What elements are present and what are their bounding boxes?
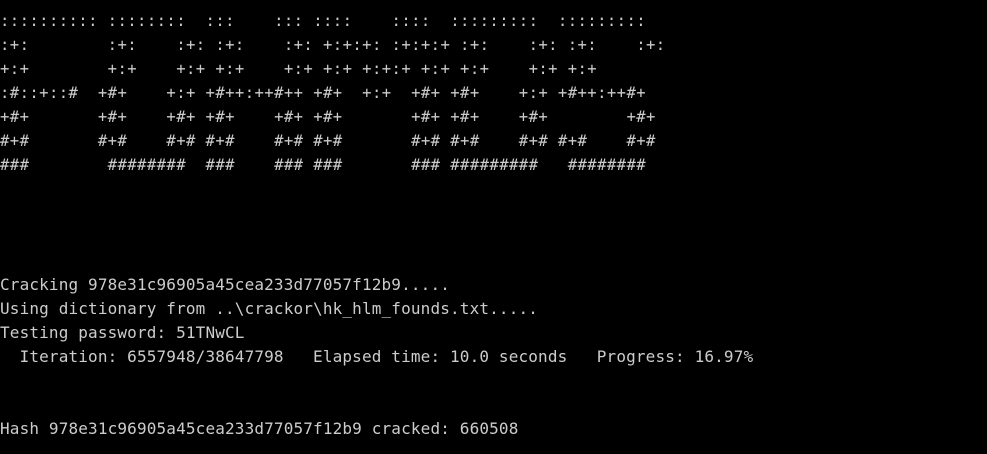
ascii-banner-line-5: +#+ +#+ +#+ +#+ +#+ +#+ +#+ +#+ +#+ +#+ bbox=[0, 108, 656, 126]
ascii-banner-line-1: :::::::::: :::::::: ::: ::: :::: :::: ::… bbox=[0, 12, 647, 30]
ascii-banner-line-2: :+: :+: :+: :+: :+: +:+:+: :+:+:+ :+: :+… bbox=[0, 36, 666, 54]
cracking-status-line: Cracking 978e31c96905a45cea233d77057f12b… bbox=[0, 275, 451, 294]
ascii-banner-line-4: :#::+::# +#+ +:+ +#++:++#++ +#+ +:+ +#+ … bbox=[0, 84, 647, 102]
ascii-banner-line-7: ### ######## ### ### ### ### ######### #… bbox=[0, 156, 647, 174]
ascii-banner-line-3: +:+ +:+ +:+ +:+ +:+ +:+ +:+:+ +:+ +:+ +:… bbox=[0, 60, 598, 78]
iteration-progress-line: Iteration: 6557948/38647798 Elapsed time… bbox=[0, 347, 754, 366]
ascii-banner-line-6: #+# #+# #+# #+# #+# #+# #+# #+# #+# #+# … bbox=[0, 132, 656, 150]
dictionary-path-line: Using dictionary from ..\crackor\hk_hlm_… bbox=[0, 299, 539, 318]
testing-password-line: Testing password: 51TNwCL bbox=[0, 323, 245, 342]
terminal-window[interactable]: :::::::::: :::::::: ::: ::: :::: :::: ::… bbox=[0, 0, 987, 454]
hash-cracked-result-line: Hash 978e31c96905a45cea233d77057f12b9 cr… bbox=[0, 419, 519, 438]
